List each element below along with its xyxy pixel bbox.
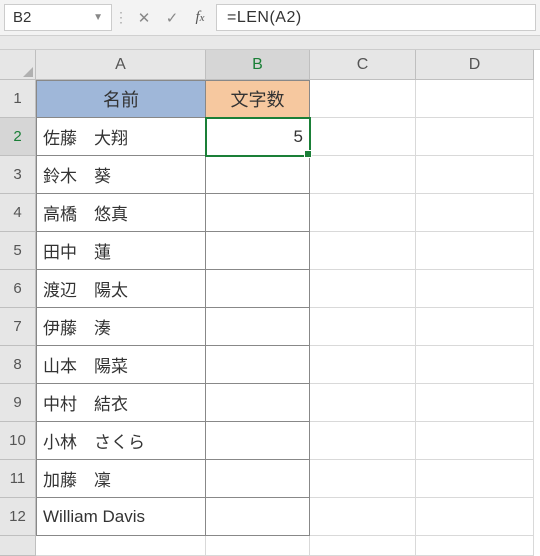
cell-c8[interactable] [310, 346, 416, 384]
cell-b8[interactable] [206, 346, 310, 384]
cell-c9[interactable] [310, 384, 416, 422]
cell-a2[interactable]: 佐藤 大翔 [36, 118, 206, 156]
cell-value: 伊藤 湊 [43, 314, 111, 339]
row-head-2[interactable]: 2 [0, 118, 36, 156]
cell-d12[interactable] [416, 498, 534, 536]
cell-b2[interactable]: 5 [206, 118, 310, 156]
cell-c7[interactable] [310, 308, 416, 346]
cell-a11[interactable]: 加藤 凜 [36, 460, 206, 498]
cell-d5[interactable] [416, 232, 534, 270]
row-head-6[interactable]: 6 [0, 270, 36, 308]
cell-d9[interactable] [416, 384, 534, 422]
ribbon-spacer [0, 36, 540, 50]
row-head-11[interactable]: 11 [0, 460, 36, 498]
row-head-10[interactable]: 10 [0, 422, 36, 460]
cell-d10[interactable] [416, 422, 534, 460]
cell-value: 渡辺 陽太 [43, 276, 128, 301]
row-head-12[interactable]: 12 [0, 498, 36, 536]
spreadsheet-grid: A B C D 1 名前 文字数 2 佐藤 大翔 5 3 鈴木 葵 4 高橋 悠… [0, 50, 540, 556]
cell-value: 鈴木 葵 [43, 162, 111, 187]
cell-c4[interactable] [310, 194, 416, 232]
cell-b9[interactable] [206, 384, 310, 422]
col-head-b[interactable]: B [206, 50, 310, 80]
cell-a9[interactable]: 中村 結衣 [36, 384, 206, 422]
cell-a5[interactable]: 田中 蓮 [36, 232, 206, 270]
row-head-13[interactable] [0, 536, 36, 556]
cell-b7[interactable] [206, 308, 310, 346]
cell-a4[interactable]: 高橋 悠真 [36, 194, 206, 232]
cell-a6[interactable]: 渡辺 陽太 [36, 270, 206, 308]
row-head-4[interactable]: 4 [0, 194, 36, 232]
cell-value: 田中 蓮 [43, 238, 111, 263]
name-box-value: B2 [13, 9, 31, 26]
cell-c10[interactable] [310, 422, 416, 460]
cell-c6[interactable] [310, 270, 416, 308]
row-head-8[interactable]: 8 [0, 346, 36, 384]
cancel-icon[interactable]: ✕ [130, 0, 158, 35]
header-name: 名前 [103, 86, 139, 112]
cell-a8[interactable]: 山本 陽菜 [36, 346, 206, 384]
cell-value: 5 [294, 127, 303, 147]
confirm-icon[interactable]: ✓ [158, 0, 186, 35]
cell-a7[interactable]: 伊藤 湊 [36, 308, 206, 346]
cell-c3[interactable] [310, 156, 416, 194]
cell-d8[interactable] [416, 346, 534, 384]
cell-b11[interactable] [206, 460, 310, 498]
name-box[interactable]: B2 ▼ [4, 4, 112, 31]
cell-c13[interactable] [310, 536, 416, 556]
formula-bar: B2 ▼ ⋮ ✕ ✓ fx =LEN(A2) [0, 0, 540, 36]
cell-c11[interactable] [310, 460, 416, 498]
cell-b3[interactable] [206, 156, 310, 194]
cell-b10[interactable] [206, 422, 310, 460]
cell-b13[interactable] [206, 536, 310, 556]
cell-d11[interactable] [416, 460, 534, 498]
cell-value: 高橋 悠真 [43, 200, 128, 225]
cell-d2[interactable] [416, 118, 534, 156]
cell-c12[interactable] [310, 498, 416, 536]
row-head-5[interactable]: 5 [0, 232, 36, 270]
cell-d4[interactable] [416, 194, 534, 232]
cell-value: 加藤 凜 [43, 466, 111, 491]
cell-a10[interactable]: 小林 さくら [36, 422, 206, 460]
cell-d3[interactable] [416, 156, 534, 194]
chevron-down-icon[interactable]: ▼ [93, 12, 103, 23]
col-head-a[interactable]: A [36, 50, 206, 80]
row-head-3[interactable]: 3 [0, 156, 36, 194]
row-head-1[interactable]: 1 [0, 80, 36, 118]
formula-text: =LEN(A2) [227, 9, 302, 27]
cell-value: William Davis [43, 507, 145, 527]
cell-d6[interactable] [416, 270, 534, 308]
cell-d13[interactable] [416, 536, 534, 556]
cell-b5[interactable] [206, 232, 310, 270]
cell-a13[interactable] [36, 536, 206, 556]
cell-a12[interactable]: William Davis [36, 498, 206, 536]
cell-c2[interactable] [310, 118, 416, 156]
cell-c1[interactable] [310, 80, 416, 118]
cell-b12[interactable] [206, 498, 310, 536]
row-head-9[interactable]: 9 [0, 384, 36, 422]
col-head-c[interactable]: C [310, 50, 416, 80]
separator: ⋮ [112, 0, 130, 35]
col-head-d[interactable]: D [416, 50, 534, 80]
cell-d1[interactable] [416, 80, 534, 118]
cell-value: 山本 陽菜 [43, 352, 128, 377]
cell-value: 佐藤 大翔 [43, 124, 128, 149]
header-count: 文字数 [231, 86, 285, 112]
cell-b6[interactable] [206, 270, 310, 308]
cell-d7[interactable] [416, 308, 534, 346]
cell-value: 中村 結衣 [43, 390, 128, 415]
cell-value: 小林 さくら [43, 428, 145, 453]
cell-b4[interactable] [206, 194, 310, 232]
fx-icon[interactable]: fx [186, 0, 214, 35]
cell-c5[interactable] [310, 232, 416, 270]
cell-a1[interactable]: 名前 [36, 80, 206, 118]
select-all-corner[interactable] [0, 50, 36, 80]
formula-input[interactable]: =LEN(A2) [216, 4, 536, 31]
row-head-7[interactable]: 7 [0, 308, 36, 346]
cell-a3[interactable]: 鈴木 葵 [36, 156, 206, 194]
cell-b1[interactable]: 文字数 [206, 80, 310, 118]
